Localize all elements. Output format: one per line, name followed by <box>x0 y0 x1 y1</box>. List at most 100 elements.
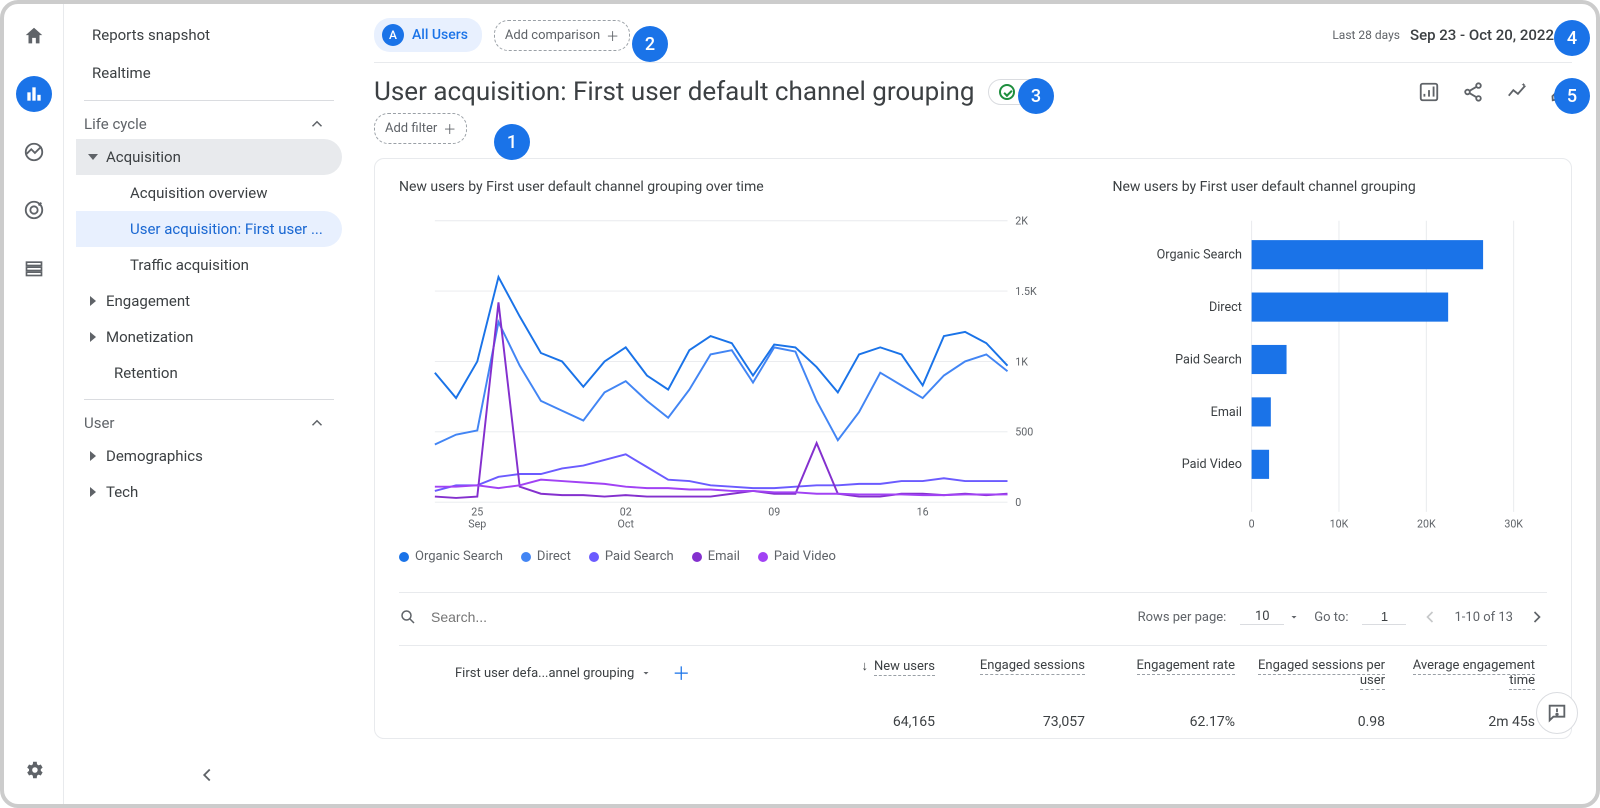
bar-chart-title: New users by First user default channel … <box>1112 179 1547 195</box>
line-chart-svg: 05001K1.5K2K25Sep02Oct0916 <box>399 211 1072 541</box>
explore-icon[interactable] <box>16 134 52 170</box>
svg-text:Paid Video: Paid Video <box>1182 457 1242 472</box>
svg-text:09: 09 <box>768 506 780 519</box>
chevron-up-icon <box>308 414 326 432</box>
table-controls: Rows per page: 10 Go to: 1-10 of 13 <box>399 592 1547 631</box>
col-engagement-rate[interactable]: Engagement rate <box>1097 658 1247 688</box>
configure-icon[interactable] <box>16 250 52 286</box>
legend-item[interactable]: Paid Search <box>589 549 674 564</box>
page-prev-button[interactable] <box>1420 607 1440 627</box>
col-engaged-sessions-per-user[interactable]: Engaged sessions per user <box>1247 658 1397 688</box>
line-chart-title: New users by First user default channel … <box>399 179 1072 195</box>
reports-icon[interactable] <box>16 76 52 112</box>
report-nav: Reports snapshot Realtime Life cycle Acq… <box>64 4 350 804</box>
svg-text:Paid Search: Paid Search <box>1176 352 1243 367</box>
date-range-picker[interactable]: Sep 23 - Oct 20, 2022 <box>1410 26 1572 44</box>
svg-text:500: 500 <box>1015 426 1033 439</box>
line-chart: New users by First user default channel … <box>399 179 1072 564</box>
coach-badge-2: 2 <box>632 26 668 62</box>
caret-down-icon <box>640 667 652 679</box>
nav-retention[interactable]: Retention <box>76 355 342 391</box>
add-dimension-button[interactable]: ＋ <box>672 660 690 686</box>
coach-badge-1: 1 <box>494 124 530 160</box>
report-card: New users by First user default channel … <box>374 158 1572 739</box>
legend-item[interactable]: Email <box>692 549 740 564</box>
svg-text:Sep: Sep <box>468 517 486 530</box>
search-icon <box>399 608 417 626</box>
nav-acquisition[interactable]: Acquisition <box>76 139 342 175</box>
home-icon[interactable] <box>16 18 52 54</box>
feedback-button[interactable] <box>1536 692 1578 734</box>
nav-engagement[interactable]: Engagement <box>76 283 342 319</box>
page-next-button[interactable] <box>1527 607 1547 627</box>
main-content: A All Users Add comparison ＋ Last 28 day… <box>350 4 1596 804</box>
svg-text:0: 0 <box>1249 517 1255 530</box>
bar-chart-svg: 0 10K 20K 30K Organic Search Direct Paid Searc… <box>1112 211 1547 541</box>
page-info: 1-10 of 13 <box>1454 610 1513 625</box>
add-filter-button[interactable]: Add filter ＋ <box>374 113 467 144</box>
plus-icon: ＋ <box>443 119 456 138</box>
nav-group-user[interactable]: User <box>76 400 342 438</box>
left-rail <box>4 4 64 804</box>
goto-input[interactable] <box>1362 609 1406 625</box>
nav-monetization[interactable]: Monetization <box>76 319 342 355</box>
nav-traffic-acquisition[interactable]: Traffic acquisition <box>76 247 342 283</box>
share-icon[interactable] <box>1462 81 1484 103</box>
caret-right-icon <box>90 332 96 342</box>
svg-text:16: 16 <box>917 506 929 519</box>
svg-text:Email: Email <box>1211 405 1242 420</box>
nav-group-lifecycle[interactable]: Life cycle <box>76 101 342 139</box>
plus-icon: ＋ <box>606 26 619 45</box>
legend-item[interactable]: Organic Search <box>399 549 503 564</box>
coach-badge-5: 5 <box>1554 78 1590 114</box>
svg-text:Direct: Direct <box>1209 300 1242 315</box>
svg-text:10K: 10K <box>1330 517 1349 530</box>
coach-badge-3: 3 <box>1018 78 1054 114</box>
chevron-up-icon <box>308 115 326 133</box>
insights-sparkle-icon[interactable] <box>1506 81 1528 103</box>
coach-badge-4: 4 <box>1554 20 1590 56</box>
primary-dimension-dropdown[interactable]: First user defa...annel grouping <box>455 666 652 681</box>
svg-text:0: 0 <box>1015 496 1021 509</box>
caret-down-icon <box>1288 611 1300 623</box>
rows-per-page-select[interactable]: 10 <box>1240 609 1300 625</box>
nav-user-acquisition[interactable]: User acquisition: First user ... <box>76 211 342 247</box>
titlebar: User acquisition: First user default cha… <box>350 63 1596 113</box>
caret-right-icon <box>90 296 96 306</box>
legend-item[interactable]: Paid Video <box>758 549 836 564</box>
check-circle-icon <box>999 84 1015 100</box>
segment-badge: A <box>382 24 404 46</box>
topbar: A All Users Add comparison ＋ Last 28 day… <box>350 4 1596 62</box>
advertising-icon[interactable] <box>16 192 52 228</box>
table-search-input[interactable] <box>431 609 651 625</box>
col-new-users[interactable]: ↓New users <box>797 658 947 688</box>
segment-all-users[interactable]: A All Users <box>374 18 482 52</box>
svg-text:Organic Search: Organic Search <box>1157 248 1242 263</box>
nav-acquisition-overview[interactable]: Acquisition overview <box>76 175 342 211</box>
svg-text:1K: 1K <box>1015 355 1028 368</box>
rows-per-page-label: Rows per page: <box>1138 610 1227 625</box>
table-totals-row: 64,165 73,057 62.17% 0.98 2m 45s <box>399 714 1547 730</box>
nav-realtime[interactable]: Realtime <box>76 54 342 92</box>
filterbar: Add filter ＋ <box>350 113 1596 158</box>
svg-text:20K: 20K <box>1417 517 1436 530</box>
collapse-sidebar-icon[interactable] <box>196 764 218 786</box>
goto-label: Go to: <box>1314 610 1348 625</box>
insights-icon[interactable] <box>1418 81 1440 103</box>
table-header: First user defa...annel grouping ＋ ↓New … <box>399 645 1547 688</box>
nav-reports-snapshot[interactable]: Reports snapshot <box>76 16 342 54</box>
legend-item[interactable]: Direct <box>521 549 571 564</box>
settings-icon[interactable] <box>16 752 52 788</box>
svg-text:30K: 30K <box>1505 517 1524 530</box>
chart-legend: Organic Search Direct Paid Search Email Paid… <box>399 549 1072 564</box>
nav-demographics[interactable]: Demographics <box>76 438 342 474</box>
col-avg-engagement-time[interactable]: Average engagement time <box>1397 658 1547 688</box>
page-title: User acquisition: First user default cha… <box>374 77 974 107</box>
col-engaged-sessions[interactable]: Engaged sessions <box>947 658 1097 688</box>
svg-text:1.5K: 1.5K <box>1015 285 1037 298</box>
svg-text:2K: 2K <box>1015 215 1028 228</box>
nav-tech[interactable]: Tech <box>76 474 342 510</box>
caret-down-icon <box>88 154 98 160</box>
bar-chart: New users by First user default channel … <box>1112 179 1547 564</box>
add-comparison-button[interactable]: Add comparison ＋ <box>494 20 630 51</box>
